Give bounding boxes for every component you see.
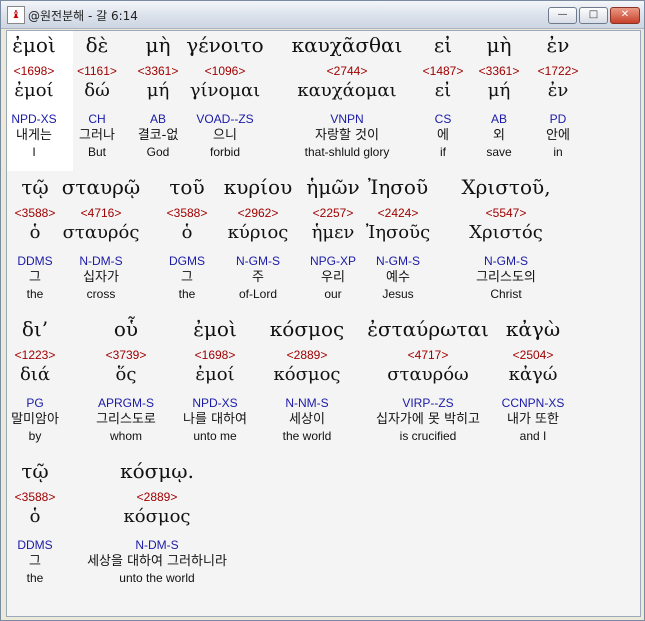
parse-code: N-GM-S <box>484 254 528 268</box>
greek-word: κἀγὼ <box>505 317 561 341</box>
parse-code: PD <box>549 112 567 126</box>
korean-translation: 안에 <box>546 128 570 143</box>
strong-number: <2504> <box>512 348 554 362</box>
lemma: κἀγώ <box>508 364 558 385</box>
strong-number: <2889> <box>136 490 178 504</box>
word-block[interactable]: κόσμῳ. <2889> κόσμος N-DM-S 세상을 대하여 그러하니라 unt… <box>67 459 247 585</box>
korean-translation: 세상을 대하여 그러하니라 <box>87 554 227 569</box>
lemma: Χριστός <box>469 222 543 243</box>
english-gloss: and I <box>519 429 547 443</box>
parse-code: N-DM-S <box>135 538 179 552</box>
greek-word: ἐν <box>546 33 570 57</box>
app-icon[interactable]: ♝ <box>7 6 25 24</box>
lemma: κόσμος <box>123 506 191 527</box>
english-gloss: in <box>553 145 563 159</box>
lemma: ἐν <box>547 80 569 101</box>
korean-translation: 그리스도의 <box>476 270 536 285</box>
minimize-button[interactable]: — <box>548 7 577 24</box>
greek-word: κόσμῳ. <box>120 459 194 483</box>
interlinear-view[interactable]: ἐμοὶ <1698> ἐμοί NPD-XS 내게는 Iδὲ <1161> δώ CH 그러나 B… <box>6 30 641 617</box>
maximize-button[interactable]: □ <box>579 7 608 24</box>
parse-code: CCNPN-XS <box>501 396 565 410</box>
title-bar[interactable]: ♝ @원전분해 - 갈 6:14 — □ ✕ <box>1 1 644 29</box>
close-button[interactable]: ✕ <box>610 7 640 24</box>
strong-number: <5547> <box>485 206 527 220</box>
strong-number: <1722> <box>537 64 579 78</box>
english-gloss: Christ <box>490 287 522 301</box>
english-gloss: unto the world <box>119 571 195 585</box>
word-block[interactable]: κἀγὼ <2504> κἀγώ CCNPN-XS 내가 또한 and I <box>443 317 623 443</box>
word-block[interactable]: Χριστοῦ, <5547> Χριστός N-GM-S 그리스도의 Christ <box>416 175 596 301</box>
app-window: ♝ @원전분해 - 갈 6:14 — □ ✕ ἐμοὶ <1698> ἐμοί NPD… <box>0 0 645 621</box>
window-title: @원전분해 - 갈 6:14 <box>28 9 138 23</box>
word-block[interactable]: ἐν <1722> ἐν PD 안에 in <box>468 33 640 159</box>
korean-translation: 내가 또한 <box>507 412 559 427</box>
greek-word: Χριστοῦ, <box>461 175 551 199</box>
